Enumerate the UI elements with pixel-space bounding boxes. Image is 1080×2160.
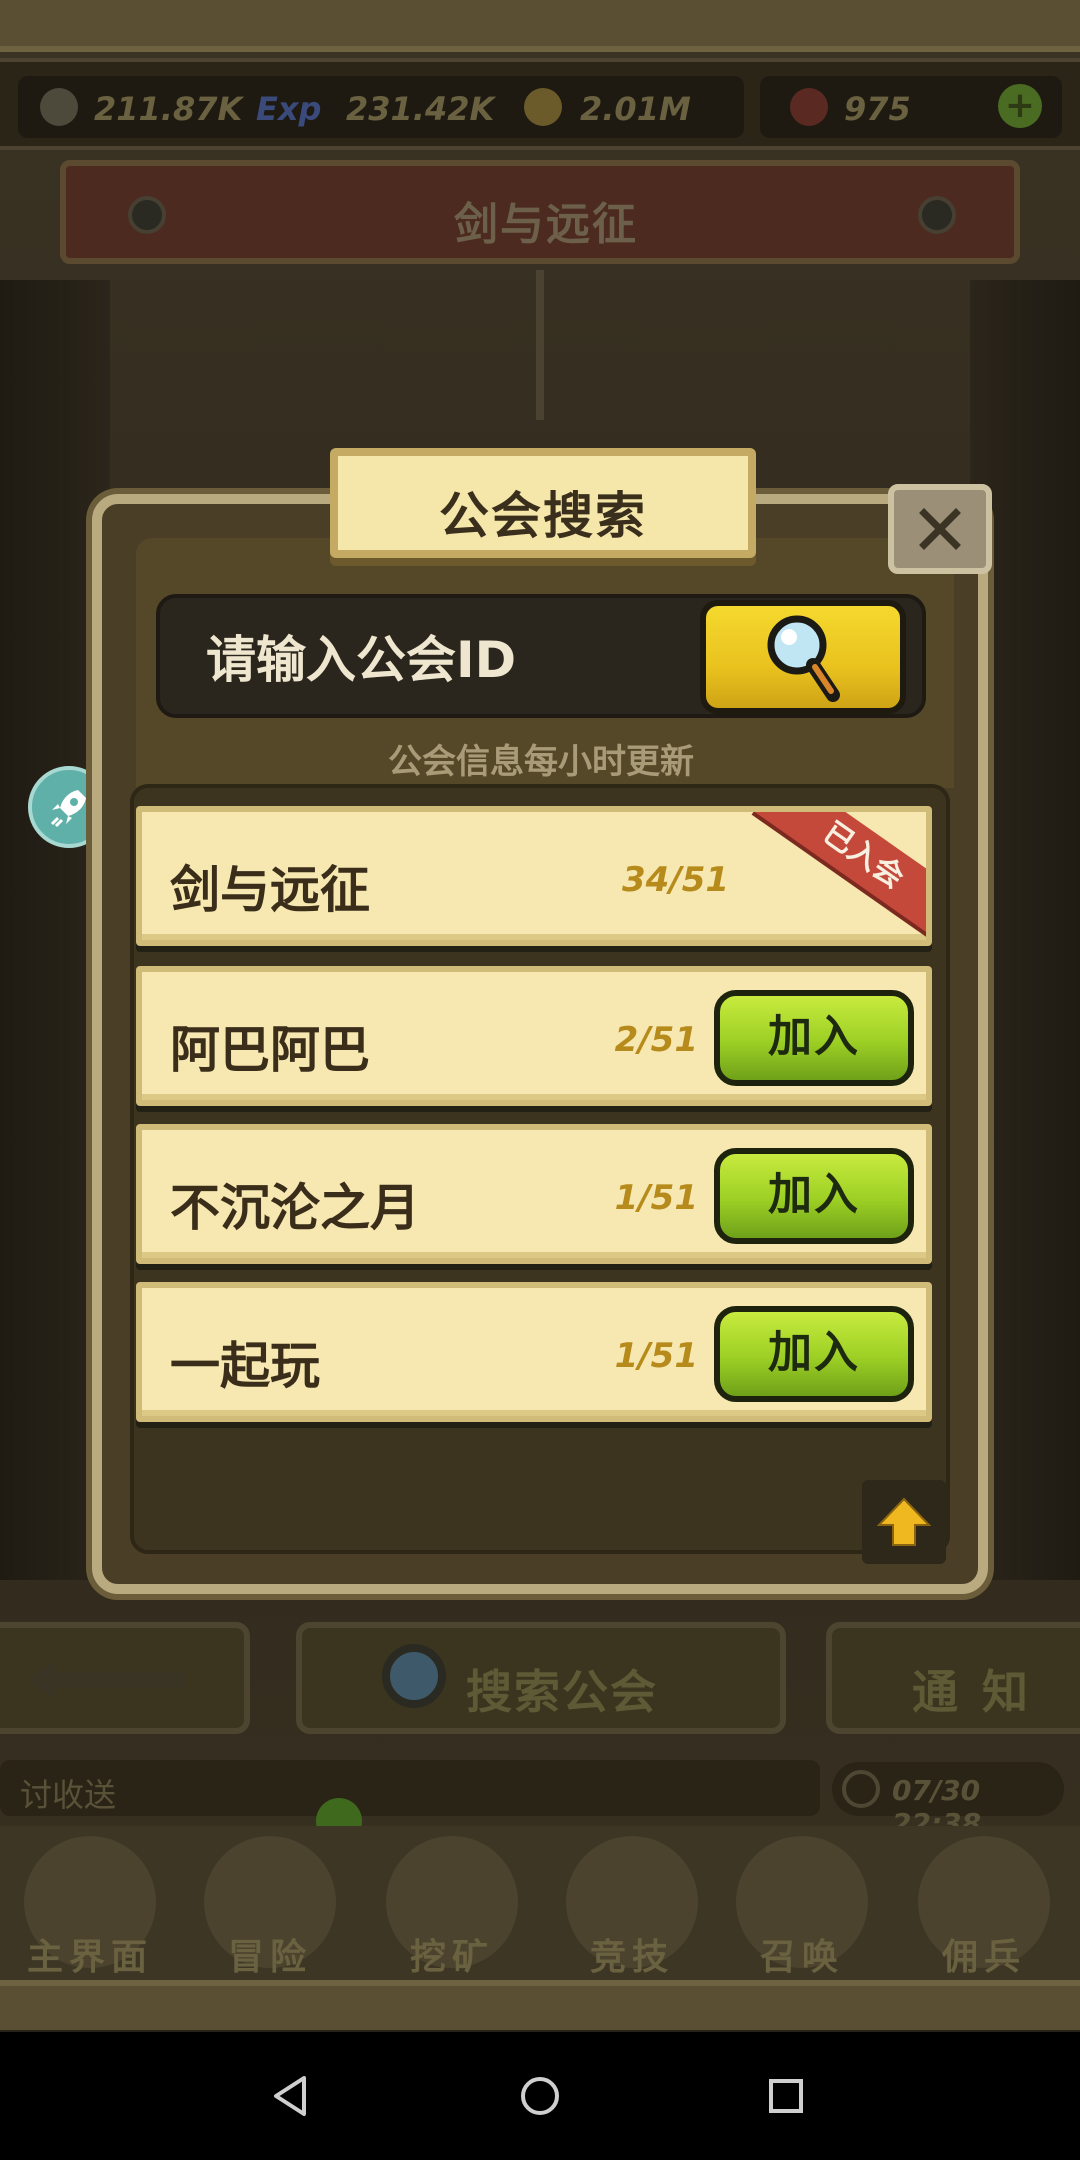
nav-label: 主界面	[26, 1937, 153, 1978]
exp-icon: Exp	[256, 90, 322, 128]
resource-bar: 211.87K Exp 231.42K 2.01M 975	[0, 58, 1080, 150]
recents-nav-button[interactable]	[750, 2060, 822, 2132]
back-nav-button[interactable]	[254, 2060, 326, 2132]
guild-id-input[interactable]	[206, 630, 686, 690]
nav-item-summon[interactable]: 召唤	[722, 1836, 882, 1978]
bottom-border	[0, 1980, 1080, 2030]
top-border	[0, 0, 1080, 52]
rope-decoration	[536, 270, 544, 420]
guild-row[interactable]: 剑与远征 34/51 已入会	[136, 806, 932, 946]
guild-name: 阿巴阿巴	[170, 1021, 370, 1079]
guild-row[interactable]: 一起玩 1/51 加入	[136, 1282, 932, 1422]
scroll-to-top-button[interactable]	[862, 1480, 946, 1564]
search-button[interactable]	[700, 600, 906, 714]
guild-name: 不沉沦之月	[170, 1179, 420, 1237]
bottom-controls: 搜索公会 通 知	[0, 1622, 1080, 1742]
guild-name: 剑与远征	[170, 861, 370, 919]
gem-value: 975	[844, 90, 911, 128]
search-guild-button[interactable]: 搜索公会	[296, 1622, 786, 1734]
nav-label: 冒险	[227, 1937, 312, 1978]
guild-member-count: 1/51	[614, 1336, 698, 1376]
triangle-back-icon	[274, 2076, 306, 2116]
clock-pill: 07/30 22:38	[832, 1762, 1064, 1840]
guild-name: 一起玩	[170, 1337, 320, 1395]
magnifier-icon	[382, 1644, 446, 1708]
sword-icon	[40, 88, 78, 126]
search-guild-label: 搜索公会	[466, 1665, 658, 1719]
exp-value: 231.42K	[346, 90, 495, 128]
arrow-up-icon	[877, 1497, 931, 1546]
system-navigation-bar	[0, 2032, 1080, 2160]
nav-item-mining[interactable]: 挖矿	[372, 1836, 532, 1978]
guild-banner: 剑与远征	[60, 160, 1020, 264]
add-gems-button[interactable]: +	[998, 84, 1042, 128]
attack-value: 211.87K	[94, 90, 243, 128]
join-button[interactable]: 加入	[714, 990, 914, 1086]
nav-item-arena[interactable]: 竞技	[552, 1836, 712, 1978]
guild-member-count: 1/51	[614, 1178, 698, 1218]
close-button[interactable]	[888, 484, 992, 574]
guild-member-count: 2/51	[614, 1020, 698, 1060]
join-button[interactable]: 加入	[714, 1148, 914, 1244]
join-button[interactable]: 加入	[714, 1306, 914, 1402]
rocket-icon	[50, 790, 86, 828]
notice-label: 通 知	[912, 1665, 1033, 1719]
banner-title: 剑与远征	[454, 199, 638, 250]
dialog-title-plate: 公会搜索	[330, 448, 756, 558]
back-button[interactable]	[0, 1622, 250, 1734]
guild-row[interactable]: 不沉沦之月 1/51 加入	[136, 1124, 932, 1264]
home-nav-button[interactable]	[504, 2060, 576, 2132]
close-icon	[919, 508, 961, 550]
gold-coin-icon	[524, 88, 562, 126]
nav-label: 召唤	[759, 1937, 844, 1978]
nav-item-mercenary[interactable]: 佣兵	[904, 1836, 1064, 1978]
chat-text: 讨收送	[20, 1776, 117, 1814]
nav-label: 佣兵	[941, 1937, 1026, 1978]
circle-home-icon	[521, 2077, 559, 2115]
guild-row[interactable]: 阿巴阿巴 2/51 加入	[136, 966, 932, 1106]
gold-value: 2.01M	[580, 90, 691, 128]
nav-item-adventure[interactable]: 冒险	[190, 1836, 350, 1978]
nav-item-home[interactable]: 主界面	[10, 1836, 170, 1978]
nav-label: 竞技	[589, 1937, 674, 1978]
nav-label: 挖矿	[409, 1937, 494, 1978]
notice-button[interactable]: 通 知	[826, 1622, 1080, 1734]
magnifier-icon	[767, 615, 840, 702]
chat-bar[interactable]: 讨收送	[0, 1760, 820, 1816]
bottom-nav: 主界面 冒险 挖矿 竞技 召唤 佣兵	[0, 1826, 1080, 1982]
clock-icon	[842, 1770, 880, 1808]
update-hint: 公会信息每小时更新	[388, 742, 694, 782]
dialog-title: 公会搜索	[439, 487, 647, 545]
back-arrow-icon	[26, 1660, 186, 1700]
gem-icon	[790, 88, 828, 126]
square-recents-icon	[769, 2079, 803, 2113]
